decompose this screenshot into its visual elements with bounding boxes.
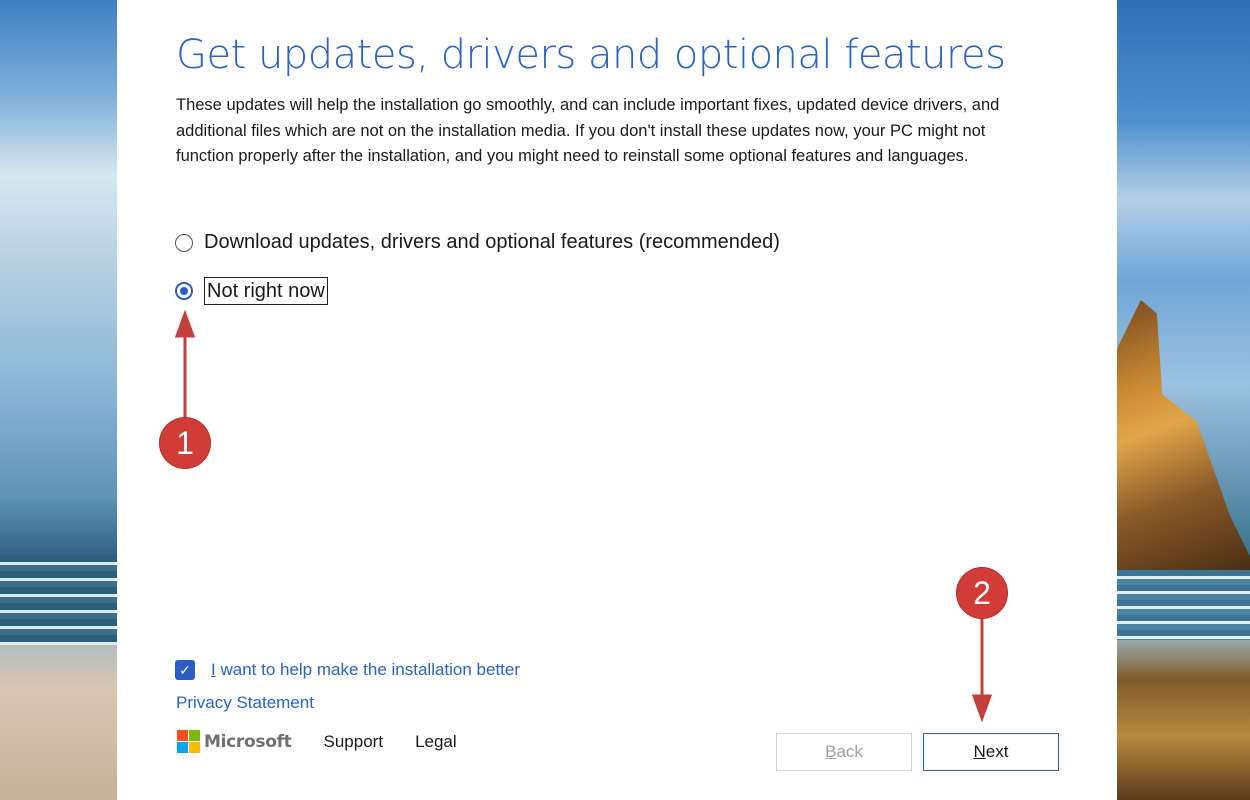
annotation-marker-2: 2: [957, 568, 1007, 618]
annotation-arrowhead-1-icon: [174, 309, 196, 338]
annotation-arrows: [174, 309, 993, 723]
annotation-marker-1: 1: [160, 418, 210, 468]
annotation-arrowhead-2-icon: [971, 694, 993, 723]
